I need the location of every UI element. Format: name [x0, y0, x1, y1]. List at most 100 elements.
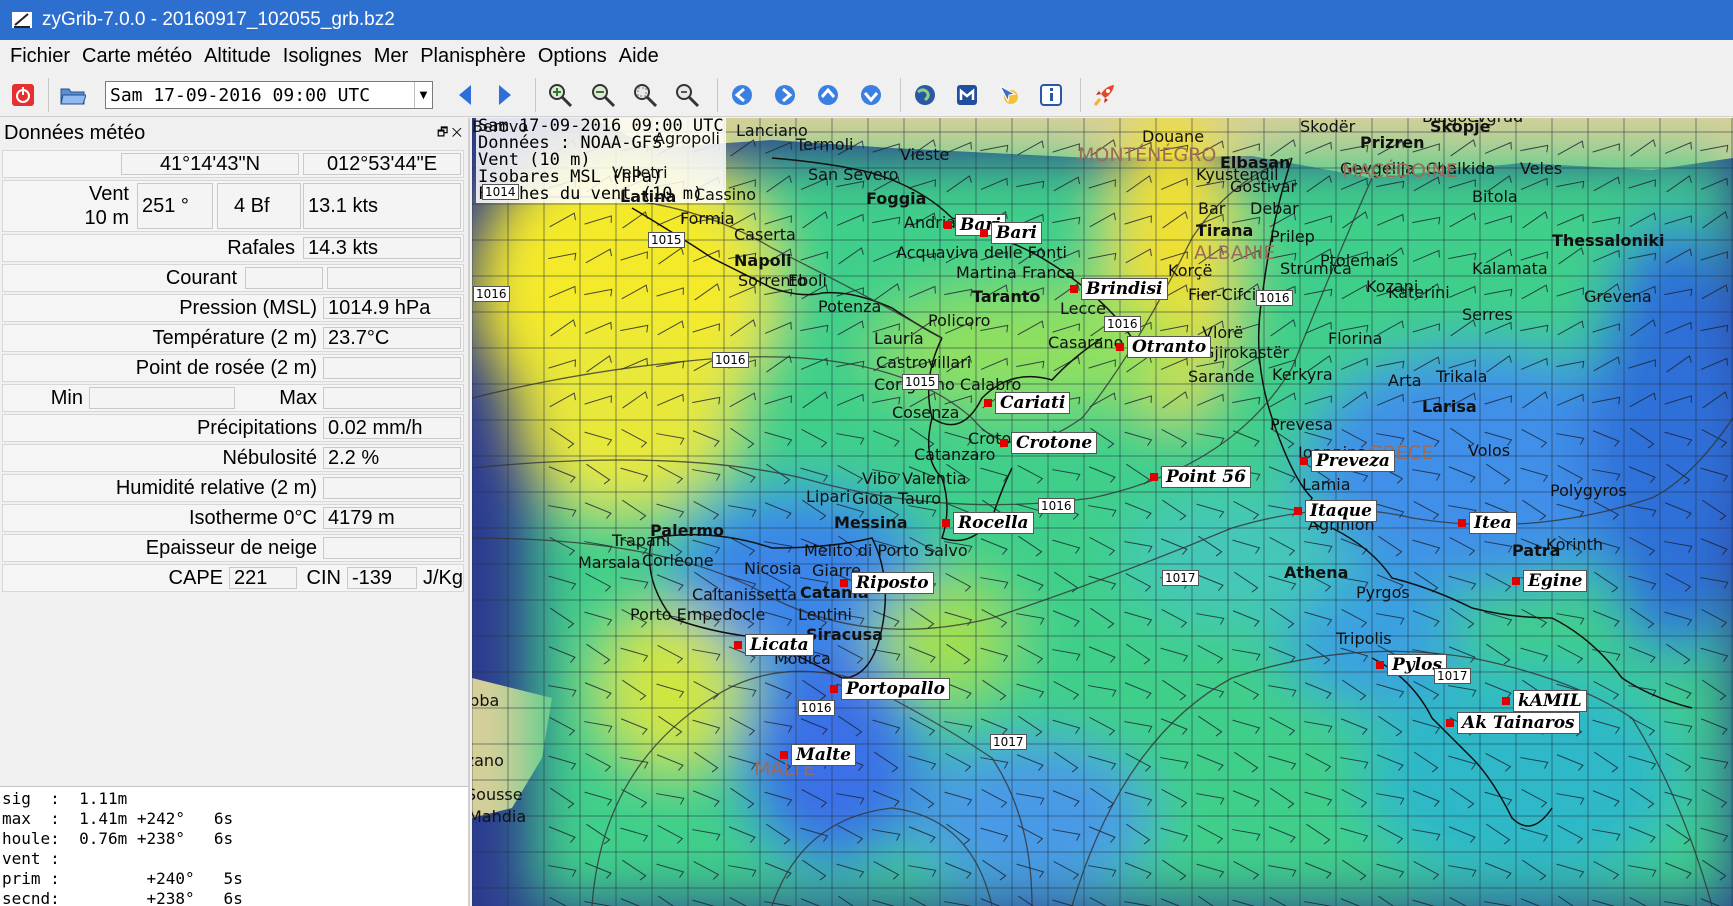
- place-label: Latina: [620, 187, 677, 206]
- city-marker[interactable]: Crotone: [1000, 432, 1098, 454]
- current-value-a: [245, 267, 323, 289]
- place-label: Trapani: [612, 531, 671, 550]
- menu-isolignes[interactable]: Isolignes: [277, 45, 368, 68]
- city-marker[interactable]: Brindisi: [1070, 278, 1168, 300]
- panel-float-close-icons[interactable]: 🗗 ✕: [437, 123, 468, 144]
- dewpoint-label: Point de rosée (2 m): [135, 357, 317, 379]
- cloud-label: Nébulosité: [222, 447, 317, 469]
- place-label: Acquaviva delle Fonti: [896, 243, 1067, 262]
- city-dot-icon: [1502, 697, 1510, 705]
- place-label: Cosenza: [892, 403, 960, 422]
- power-icon[interactable]: [8, 80, 38, 110]
- humidity-value: [323, 477, 461, 499]
- city-dot-icon: [1376, 661, 1384, 669]
- place-label: Veles: [1520, 159, 1563, 178]
- place-label: Kozani: [1366, 277, 1419, 296]
- place-label: Kalamata: [1472, 259, 1548, 278]
- city-dot-icon: [830, 685, 838, 693]
- isobar-label: 1017: [1162, 570, 1199, 586]
- cape-row: CAPE 221 CIN -139 J/Kg: [2, 564, 464, 592]
- city-marker[interactable]: Itaque: [1294, 500, 1377, 522]
- precipitation-row: Précipitations 0.02 mm/h: [2, 414, 464, 442]
- place-label: Debar: [1250, 199, 1299, 218]
- pan-up-icon[interactable]: [813, 80, 843, 110]
- isobar-label: 1016: [712, 352, 749, 368]
- place-label: Avezzano: [472, 751, 504, 770]
- open-folder-icon[interactable]: [58, 80, 88, 110]
- city-marker[interactable]: Ak Tainaros: [1446, 712, 1580, 734]
- pointer-icon[interactable]: [994, 80, 1024, 110]
- city-marker[interactable]: Licata: [734, 634, 814, 656]
- info-icon[interactable]: [1036, 80, 1066, 110]
- pan-left-icon[interactable]: [727, 80, 757, 110]
- next-arrow-icon[interactable]: [490, 80, 520, 110]
- city-marker[interactable]: Egine: [1512, 570, 1588, 592]
- city-label: Egine: [1523, 570, 1588, 592]
- city-dot-icon: [1458, 519, 1466, 527]
- menu-altitude[interactable]: Altitude: [198, 45, 277, 68]
- place-label: Fier-Cifci: [1188, 285, 1257, 304]
- wind-label: Vent: [88, 183, 129, 205]
- isotherm-row: Isotherme 0°C 4179 m: [2, 504, 464, 532]
- pan-right-icon[interactable]: [770, 80, 800, 110]
- cin-label: CIN: [306, 567, 341, 589]
- cape-value: 221: [229, 567, 297, 589]
- place-label: Sousse: [472, 785, 523, 804]
- city-marker[interactable]: Bari: [980, 222, 1042, 244]
- place-label: Berovo: [472, 118, 529, 136]
- menu-fichier[interactable]: Fichier: [4, 45, 76, 68]
- place-label: Catanzaro: [914, 445, 996, 464]
- city-marker[interactable]: Cariati: [984, 392, 1071, 414]
- city-marker[interactable]: Preveza: [1300, 450, 1395, 472]
- window-title: zyGrib-7.0.0 - 20160917_102055_grb.bz2: [42, 9, 395, 30]
- toolbar: Sam 17-09-2016 09:00 UTC ▼: [0, 72, 1733, 117]
- menu-options[interactable]: Options: [532, 45, 613, 68]
- city-marker[interactable]: Rocella: [942, 512, 1034, 534]
- cape-unit: J/Kg: [423, 567, 464, 589]
- meteotable-icon[interactable]: [952, 80, 982, 110]
- zoom-out-icon[interactable]: [588, 80, 618, 110]
- city-marker[interactable]: Point 56: [1150, 466, 1251, 488]
- menu-aide[interactable]: Aide: [613, 45, 665, 68]
- cape-label: CAPE: [168, 567, 223, 589]
- temperature-row: Température (2 m) 23.7°C: [2, 324, 464, 352]
- pan-down-icon[interactable]: [856, 80, 886, 110]
- city-marker[interactable]: Otranto: [1116, 336, 1212, 358]
- rocket-icon[interactable]: [1090, 80, 1120, 110]
- place-label: Messina: [834, 513, 908, 532]
- panel-title: Données météo: [4, 121, 146, 144]
- menu-planisphere[interactable]: Planisphère: [414, 45, 532, 68]
- isobar-label: 1016: [1104, 316, 1141, 332]
- app-icon: [8, 6, 36, 34]
- place-label: Corleone: [642, 551, 714, 570]
- menu-mer[interactable]: Mer: [368, 45, 414, 68]
- wind-row: Vent 10 m 251 ° 4 Bf 13.1 kts: [2, 180, 464, 232]
- zoom-in-icon[interactable]: [545, 80, 575, 110]
- city-marker[interactable]: Malte: [780, 744, 856, 766]
- city-dot-icon: [1300, 457, 1308, 465]
- globe-icon[interactable]: [910, 80, 940, 110]
- zoom-fit-icon[interactable]: [672, 80, 702, 110]
- weather-map[interactable]: Sam 17-09-2016 09:00 UTC Données : NOAA-…: [472, 118, 1733, 906]
- wave-info-text[interactable]: sig : 1.11m max : 1.41m +242° 6s houle: …: [0, 786, 468, 906]
- place-label: Korçë: [1168, 261, 1213, 280]
- place-label: Lipari: [806, 487, 851, 506]
- zoom-area-icon[interactable]: [630, 80, 660, 110]
- city-marker[interactable]: Itea: [1458, 512, 1517, 534]
- place-label: Ptolemais: [1320, 251, 1399, 270]
- place-label: Elbasan: [1220, 153, 1291, 172]
- city-label: Point 56: [1161, 466, 1251, 488]
- isobar-label: 1015: [902, 374, 939, 390]
- menu-carte-meteo[interactable]: Carte météo: [76, 45, 198, 68]
- chevron-down-icon[interactable]: ▼: [414, 82, 432, 108]
- date-selector[interactable]: Sam 17-09-2016 09:00 UTC ▼: [105, 81, 433, 109]
- snow-label: Epaisseur de neige: [145, 537, 317, 559]
- previous-arrow-icon[interactable]: [450, 80, 480, 110]
- city-marker[interactable]: kAMIL: [1502, 690, 1587, 712]
- city-marker[interactable]: Riposto: [840, 572, 934, 594]
- isotherm-value: 4179 m: [323, 507, 461, 529]
- place-label: Gostivar: [1230, 177, 1298, 196]
- city-marker[interactable]: Portopallo: [830, 678, 950, 700]
- precipitation-label: Précipitations: [196, 417, 317, 439]
- menu-bar: Fichier Carte météo Altitude Isolignes M…: [0, 40, 1733, 72]
